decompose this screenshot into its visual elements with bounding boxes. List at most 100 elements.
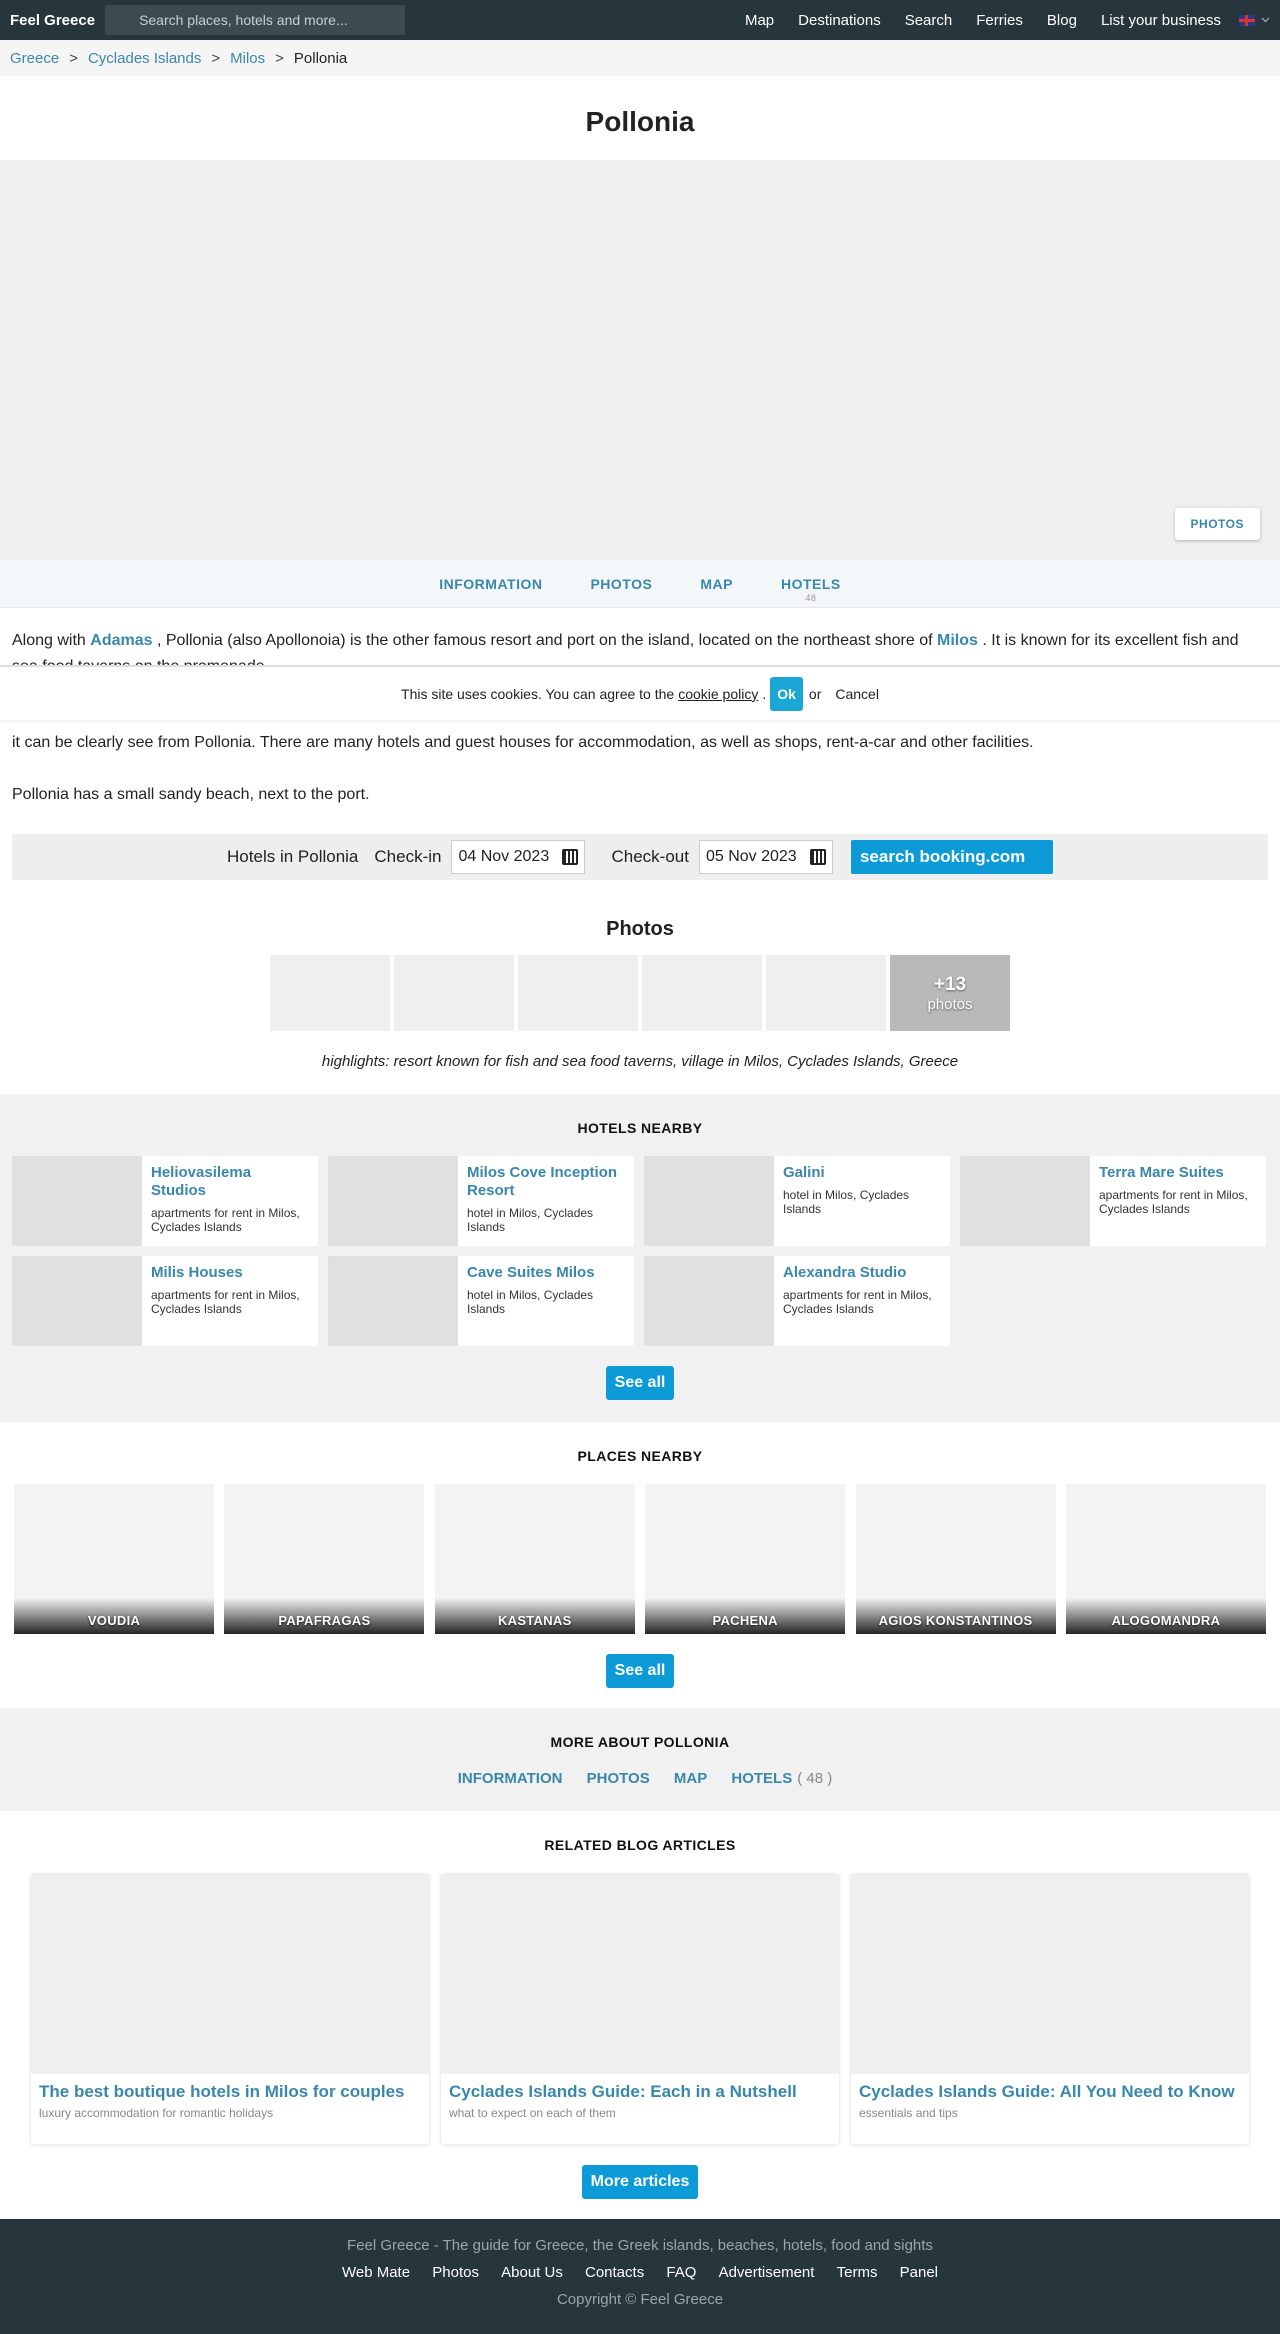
hotel-image[interactable] (328, 1156, 458, 1246)
see-all-hotels-button[interactable]: See all (605, 1366, 675, 1400)
checkin-date-field[interactable]: 04 Nov 2023 (451, 840, 586, 874)
main-nav: Map Destinations Search Ferries Blog Lis… (733, 12, 1270, 29)
hotel-card[interactable]: Milis Houses apartments for rent in Milos… (12, 1256, 318, 1346)
photo-thumbnail[interactable] (270, 955, 390, 1031)
hotel-name[interactable]: Alexandra Studio (783, 1264, 941, 1282)
tab-information[interactable]: INFORMATION (439, 576, 542, 592)
hotel-image[interactable] (328, 1256, 458, 1346)
cookie-text: This site uses cookies. You can agree to… (401, 685, 675, 702)
breadcrumb-greece[interactable]: Greece (10, 50, 59, 67)
hotel-name[interactable]: Milis Houses (151, 1264, 309, 1282)
more-photos-tile[interactable]: +13 photos (890, 955, 1010, 1031)
hotels-count-badge: 48 (805, 592, 817, 603)
article-image[interactable] (31, 1874, 429, 2074)
footer-link-advertisement[interactable]: Advertisement (719, 2264, 815, 2281)
description-paragraph: it can be clearly see from Pollonia. The… (12, 734, 1034, 751)
cookie-banner: This site uses cookies. You can agree to… (0, 665, 1280, 720)
article-image[interactable] (441, 1874, 839, 2074)
hotel-image[interactable] (960, 1156, 1090, 1246)
hotel-image[interactable] (12, 1256, 142, 1346)
more-articles-button[interactable]: More articles (581, 2165, 699, 2199)
more-map-link[interactable]: MAP (674, 1770, 707, 1787)
place-card[interactable]: KASTANAS (434, 1484, 635, 1634)
place-name: PAPAFRAGAS (224, 1598, 425, 1634)
article-title[interactable]: The best boutique hotels in Milos for co… (31, 2074, 429, 2104)
hotel-image[interactable] (12, 1156, 142, 1246)
hotel-name[interactable]: Terra Mare Suites (1099, 1164, 1257, 1182)
article-card[interactable]: Cyclades Islands Guide: Each in a Nutshe… (440, 1873, 840, 2145)
place-card[interactable]: PAPAFRAGAS (224, 1484, 425, 1634)
place-card[interactable]: AGIOS KONSTANTINOS (855, 1484, 1056, 1634)
hotel-name[interactable]: Heliovasilema Studios (151, 1164, 309, 1200)
nav-ferries[interactable]: Ferries (976, 12, 1023, 29)
checkout-value: 05 Nov 2023 (705, 848, 797, 865)
cookie-cancel-button[interactable]: Cancel (835, 686, 879, 702)
tab-map[interactable]: MAP (700, 576, 733, 592)
footer-link-contacts[interactable]: Contacts (585, 2264, 644, 2281)
nav-list-your-business[interactable]: List your business (1101, 12, 1221, 29)
text: , Pollonia (also Apollonoia) is the othe… (156, 632, 933, 649)
nav-destinations[interactable]: Destinations (798, 12, 881, 29)
link-milos[interactable]: Milos (937, 632, 978, 649)
place-card[interactable]: VOUDIA (14, 1484, 214, 1634)
hotel-card[interactable]: Cave Suites Milos hotel in Milos, Cyclade… (328, 1256, 634, 1346)
see-all-places-button[interactable]: See all (605, 1654, 675, 1688)
photo-thumbnail[interactable] (394, 955, 514, 1031)
hotel-name[interactable]: Galini (783, 1164, 941, 1182)
article-title[interactable]: Cyclades Islands Guide: Each in a Nutshe… (441, 2074, 839, 2104)
footer-link-web-mate[interactable]: Web Mate (342, 2264, 410, 2281)
tab-hotels[interactable]: HOTELS 48 (781, 576, 841, 603)
place-name: ALOGOMANDRA (1065, 1598, 1266, 1634)
hotel-card[interactable]: Alexandra Studio apartments for rent in M… (644, 1256, 950, 1346)
photos-button[interactable]: PHOTOS (1174, 508, 1260, 540)
article-subtitle: essentials and tips (859, 2106, 958, 2120)
more-information-link[interactable]: INFORMATION (458, 1770, 563, 1787)
hotel-card[interactable]: Galini hotel in Milos, Cyclades Islands (644, 1156, 950, 1246)
hotel-image[interactable] (644, 1256, 774, 1346)
search-booking-button[interactable]: search booking.com (850, 840, 1053, 874)
hotel-card[interactable]: Heliovasilema Studios apartments for rent… (12, 1156, 318, 1246)
section-tabs: INFORMATION PHOTOS MAP HOTELS 48 (0, 560, 1280, 608)
article-title[interactable]: Cyclades Islands Guide: All You Need to … (851, 2074, 1249, 2104)
site-logo[interactable]: Feel Greece (10, 12, 95, 29)
footer-link-terms[interactable]: Terms (837, 2264, 878, 2281)
hotel-name[interactable]: Milos Cove Inception Resort (467, 1164, 625, 1200)
article-subtitle: what to expect on each of them (449, 2106, 616, 2120)
breadcrumb-cyclades[interactable]: Cyclades Islands (88, 50, 201, 67)
hotels-nearby-title: HOTELS NEARBY (577, 1120, 703, 1136)
footer-link-panel[interactable]: Panel (900, 2264, 938, 2281)
nav-blog[interactable]: Blog (1047, 12, 1077, 29)
place-card[interactable]: PACHENA (645, 1484, 846, 1634)
photo-thumbnail[interactable] (766, 955, 886, 1031)
booking-label: Hotels in Pollonia (227, 847, 359, 866)
nav-search[interactable]: Search (905, 12, 953, 29)
photo-thumbnail[interactable] (518, 955, 638, 1031)
article-card[interactable]: The best boutique hotels in Milos for co… (30, 1873, 430, 2145)
hotel-image[interactable] (644, 1156, 774, 1246)
footer-link-about[interactable]: About Us (501, 2264, 563, 2281)
photo-thumbnail[interactable] (642, 955, 762, 1031)
footer-link-photos[interactable]: Photos (432, 2264, 479, 2281)
hotel-name[interactable]: Cave Suites Milos (467, 1264, 625, 1282)
hotel-type: hotel in Milos, Cyclades Islands (467, 1206, 594, 1234)
language-selector[interactable] (1239, 14, 1270, 26)
link-adamas[interactable]: Adamas (90, 632, 152, 649)
hotel-card[interactable]: Terra Mare Suites apartments for rent in … (960, 1156, 1266, 1246)
cookie-ok-button[interactable]: Ok (770, 676, 803, 711)
article-card[interactable]: Cyclades Islands Guide: All You Need to … (850, 1873, 1250, 2145)
cookie-policy-link[interactable]: cookie policy (678, 686, 758, 702)
more-hotels-link[interactable]: HOTELS (731, 1770, 792, 1787)
tab-photos[interactable]: PHOTOS (590, 576, 652, 592)
article-image[interactable] (851, 1874, 1249, 2074)
nav-map[interactable]: Map (745, 12, 774, 29)
footer-link-faq[interactable]: FAQ (666, 2264, 696, 2281)
breadcrumb-milos[interactable]: Milos (230, 50, 265, 67)
hotel-card[interactable]: Milos Cove Inception Resort hotel in Milo… (328, 1156, 634, 1246)
more-photos-link[interactable]: PHOTOS (587, 1770, 650, 1787)
footer-copyright: Copyright © Feel Greece (556, 2291, 724, 2308)
search-input[interactable]: Search places, hotels and more... (105, 5, 406, 35)
checkout-date-field[interactable]: 05 Nov 2023 (698, 840, 833, 874)
related-blog-title: RELATED BLOG ARTICLES (544, 1837, 736, 1853)
hero-image[interactable]: PHOTOS (0, 160, 1280, 560)
place-card[interactable]: ALOGOMANDRA (1065, 1484, 1266, 1634)
